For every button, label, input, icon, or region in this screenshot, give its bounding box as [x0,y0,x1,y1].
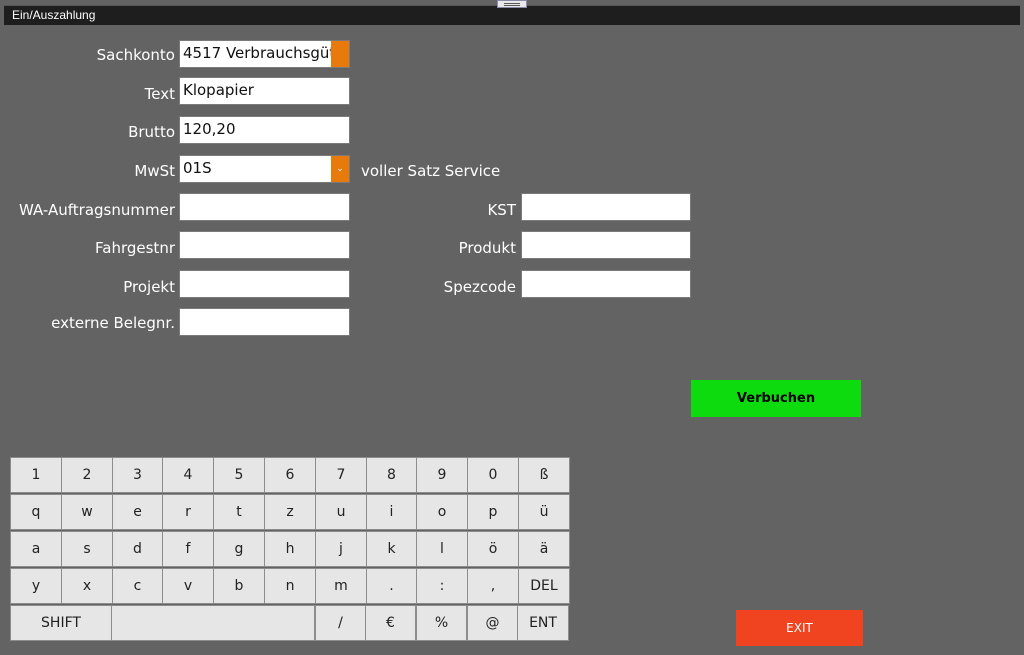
mwst-label: MwSt [134,162,175,180]
text-value: Klopapier [183,81,254,99]
spezcode-field[interactable] [521,270,691,298]
key-row2-2[interactable]: e [112,494,163,530]
key-row2-9[interactable]: p [467,494,519,530]
key-row3-5[interactable]: h [264,531,316,567]
key-row3-9[interactable]: ö [467,531,519,567]
key-row4-9[interactable]: , [467,568,519,604]
mwst-value: 01S [183,159,212,177]
wa-auftragsnummer-field[interactable] [179,193,350,221]
key-row2-10[interactable]: ü [518,494,570,530]
key-row1-9[interactable]: 0 [467,457,519,493]
key-row2-7[interactable]: i [366,494,417,530]
key-row3-8[interactable]: l [416,531,468,567]
text-label: Text [144,85,175,103]
brutto-value: 120,20 [183,120,236,138]
projekt-field[interactable] [179,270,350,298]
drag-handle-icon[interactable] [497,0,527,8]
key-row2-1[interactable]: w [61,494,113,530]
key-row2-8[interactable]: o [416,494,468,530]
key-row1-0[interactable]: 1 [10,457,62,493]
key-row2-6[interactable]: u [315,494,367,530]
key-row3-2[interactable]: d [112,531,163,567]
externe-belegnr-label: externe Belegnr. [51,314,175,332]
key-row1-1[interactable]: 2 [61,457,113,493]
key-row2-0[interactable]: q [10,494,62,530]
key-row4-8[interactable]: : [416,568,468,604]
produkt-field[interactable] [521,231,691,259]
externe-belegnr-field[interactable] [179,308,350,336]
key-euro[interactable]: € [365,605,416,641]
kst-label: KST [487,201,516,219]
spezcode-label: Spezcode [443,278,516,296]
mwst-select[interactable]: 01S ⌄ [179,155,350,183]
projekt-label: Projekt [123,278,175,296]
verbuchen-button[interactable]: Verbuchen [691,380,861,417]
key-percent[interactable]: % [416,605,467,641]
key-row4-7[interactable]: . [366,568,417,604]
sachkonto-value: 4517 Verbrauchsgüter [183,44,350,62]
text-field[interactable]: Klopapier [179,77,350,105]
key-row3-7[interactable]: k [366,531,417,567]
mwst-description: voller Satz Service [361,162,501,180]
key-row1-2[interactable]: 3 [112,457,163,493]
produkt-label: Produkt [458,239,516,257]
key-row3-1[interactable]: s [61,531,113,567]
key-at[interactable]: @ [467,605,518,641]
fahrgestnr-field[interactable] [179,231,350,259]
key-row1-10[interactable]: ß [518,457,570,493]
wa-auftragsnummer-label: WA-Auftragsnummer [18,201,175,219]
exit-button[interactable]: EXIT [736,610,863,646]
key-row1-4[interactable]: 5 [213,457,265,493]
key-row3-10[interactable]: ä [518,531,570,567]
key-enter[interactable]: ENT [517,605,569,641]
sachkonto-field[interactable]: 4517 Verbrauchsgüter [179,40,350,68]
key-row4-10[interactable]: DEL [518,568,570,604]
key-row3-6[interactable]: j [315,531,367,567]
key-row3-3[interactable]: f [162,531,214,567]
key-row1-7[interactable]: 8 [366,457,417,493]
title-bar: Ein/Auszahlung [4,5,1020,25]
key-slash[interactable]: / [315,605,366,641]
key-row3-4[interactable]: g [213,531,265,567]
key-row2-5[interactable]: z [264,494,316,530]
key-row1-6[interactable]: 7 [315,457,367,493]
key-row1-8[interactable]: 9 [416,457,468,493]
key-row1-3[interactable]: 4 [162,457,214,493]
window-title: Ein/Auszahlung [12,8,96,22]
key-row2-3[interactable]: r [162,494,214,530]
key-row4-3[interactable]: v [162,568,214,604]
fahrgestnr-label: Fahrgestnr [95,239,175,257]
brutto-field[interactable]: 120,20 [179,116,350,144]
key-row1-5[interactable]: 6 [264,457,316,493]
key-row4-4[interactable]: b [213,568,265,604]
brutto-label: Brutto [128,123,175,141]
key-row4-2[interactable]: c [112,568,163,604]
key-row4-1[interactable]: x [61,568,113,604]
key-row4-6[interactable]: m [315,568,367,604]
key-row4-5[interactable]: n [264,568,316,604]
key-space[interactable] [111,605,315,641]
key-row4-0[interactable]: y [10,568,62,604]
key-row2-4[interactable]: t [213,494,265,530]
sachkonto-label: Sachkonto [96,46,175,64]
chevron-down-icon[interactable]: ⌄ [331,156,349,182]
kst-field[interactable] [521,193,691,221]
sachkonto-dropdown-icon[interactable] [331,41,349,67]
key-row3-0[interactable]: a [10,531,62,567]
key-shift[interactable]: SHIFT [10,605,112,641]
